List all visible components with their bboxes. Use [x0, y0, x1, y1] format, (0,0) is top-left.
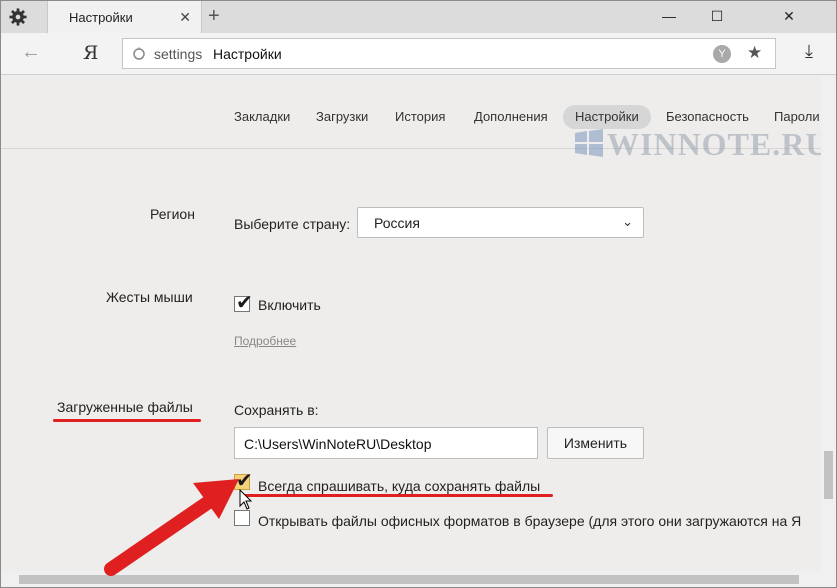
more-info-link[interactable]: Подробнее — [234, 334, 296, 348]
red-underline-heading — [53, 419, 201, 422]
mouse-gestures-enable-label: Включить — [258, 297, 321, 313]
gear-icon[interactable] — [9, 8, 27, 26]
address-scheme: settings — [154, 46, 203, 62]
watermark: WINNOTE.RU — [607, 126, 830, 162]
lock-icon — [133, 47, 145, 60]
open-office-label: Открывать файлы офисных форматов в брауз… — [258, 513, 802, 529]
vertical-scroll-thumb[interactable] — [824, 451, 833, 499]
country-prompt: Выберите страну: — [234, 216, 351, 232]
close-window-button[interactable]: ✕ — [742, 1, 836, 33]
nav-item-extensions[interactable]: Дополнения — [474, 105, 548, 129]
vertical-scrollbar[interactable] — [821, 76, 836, 571]
mouse-gestures-heading: Жесты мыши — [106, 289, 193, 305]
tab-strip: Настройки ✕ + — ☐ ✕ — [1, 1, 836, 33]
download-path-value: C:\Users\WinNoteRU\Desktop — [244, 436, 432, 452]
close-tab-icon[interactable]: ✕ — [179, 9, 191, 26]
chevron-down-icon: ⌄ — [622, 214, 633, 229]
red-arrow-annotation — [104, 479, 239, 576]
tab-settings[interactable]: Настройки ✕ — [47, 1, 202, 33]
new-tab-button[interactable]: + — [208, 5, 220, 28]
windows-logo-icon — [575, 129, 603, 157]
back-arrow-icon[interactable]: ← — [21, 41, 41, 64]
yandex-logo[interactable]: Я — [83, 42, 98, 64]
download-icon[interactable]: ⤓ — [805, 41, 813, 62]
protect-icon[interactable]: Y — [713, 45, 731, 63]
country-selected: Россия — [374, 215, 420, 231]
nav-item-history[interactable]: История — [395, 105, 445, 129]
region-heading: Регион — [150, 206, 195, 222]
country-select[interactable]: Россия ⌄ — [357, 207, 644, 238]
change-path-button[interactable]: Изменить — [547, 427, 644, 459]
mouse-gestures-checkbox[interactable]: ✔ — [234, 292, 253, 314]
download-path-field[interactable]: C:\Users\WinNoteRU\Desktop — [234, 427, 538, 459]
maximize-button[interactable]: ☐ — [694, 1, 740, 33]
red-underline-option — [241, 494, 553, 497]
tab-title: Настройки — [69, 10, 133, 25]
address-bar[interactable]: settings Настройки Y ★ — [122, 38, 776, 69]
star-icon[interactable]: ★ — [747, 43, 762, 63]
browser-window: Настройки ✕ + — ☐ ✕ ← Я settings Настрой… — [0, 0, 837, 588]
downloads-heading: Загруженные файлы — [57, 399, 193, 415]
settings-nav: Закладки Загрузки История Дополнения Нас… — [1, 76, 828, 162]
toolbar: ← Я settings Настройки Y ★ ⤓ — [1, 33, 836, 75]
nav-item-downloads[interactable]: Загрузки — [316, 105, 368, 129]
minimize-button[interactable]: — — [646, 1, 692, 33]
save-to-label: Сохранять в: — [234, 402, 319, 418]
checkmark-icon: ✔ — [236, 292, 253, 314]
horizontal-scroll-thumb[interactable] — [19, 575, 799, 584]
nav-item-bookmarks[interactable]: Закладки — [234, 105, 290, 129]
mouse-cursor-icon — [239, 489, 253, 510]
always-ask-label: Всегда спрашивать, куда сохранять файлы — [258, 478, 541, 494]
address-page-title: Настройки — [213, 46, 282, 62]
